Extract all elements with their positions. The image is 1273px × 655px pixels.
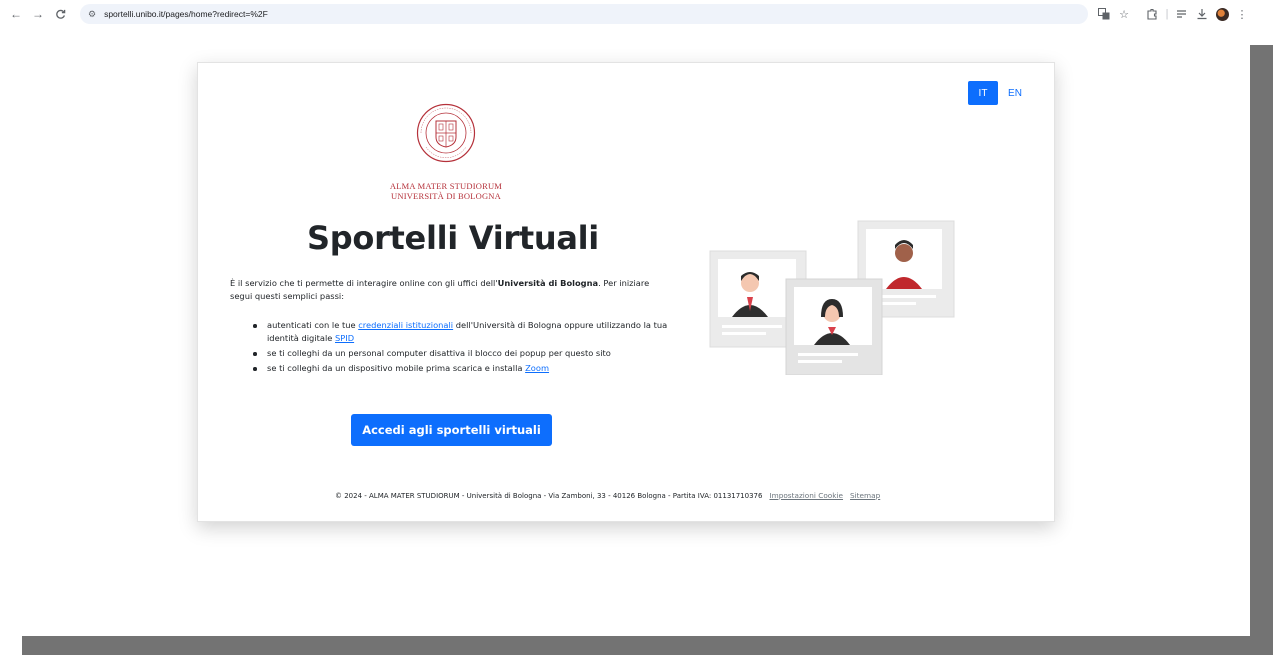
main-card: IT EN ALMA MATER STUDIORUM UNIVERSITÀ DI… bbox=[197, 62, 1055, 522]
spid-link[interactable]: SPID bbox=[335, 333, 354, 343]
sitemap-link[interactable]: Sitemap bbox=[850, 491, 880, 500]
step3-text: se ti colleghi da un dispositivo mobile … bbox=[267, 363, 526, 373]
intro-text-prefix: È il servizio che ti permette di interag… bbox=[230, 278, 498, 288]
browser-toolbar: ← → ⚙ sportelli.unibo.it/pages/home?redi… bbox=[0, 0, 1273, 28]
page-title: Sportelli Virtuali bbox=[307, 219, 599, 257]
list-item: se ti colleghi da un personal computer d… bbox=[253, 347, 693, 360]
steps-list: autenticati con le tue credenziali istit… bbox=[253, 319, 693, 377]
university-name-line2: UNIVERSITÀ DI BOLOGNA bbox=[391, 191, 501, 201]
address-bar[interactable]: ⚙ sportelli.unibo.it/pages/home?redirect… bbox=[80, 4, 1088, 24]
extensions-icon[interactable] bbox=[1142, 6, 1162, 22]
virtual-desks-illustration bbox=[709, 220, 955, 375]
university-name-line1: ALMA MATER STUDIORUM bbox=[389, 181, 503, 191]
reload-icon[interactable] bbox=[52, 6, 68, 22]
scrollbar-vertical[interactable] bbox=[1250, 45, 1273, 655]
footer-copyright: © 2024 - ALMA MATER STUDIORUM - Universi… bbox=[335, 491, 763, 500]
lang-en-button[interactable]: EN bbox=[1002, 81, 1028, 105]
list-item: autenticati con le tue credenziali istit… bbox=[253, 319, 693, 345]
scrollbar-horizontal[interactable] bbox=[22, 636, 1273, 655]
more-menu-icon[interactable]: ⋮ bbox=[1232, 6, 1252, 22]
list-item: se ti colleghi da un dispositivo mobile … bbox=[253, 362, 693, 375]
download-icon[interactable] bbox=[1192, 6, 1212, 22]
zoom-link[interactable]: Zoom bbox=[525, 363, 549, 373]
star-icon[interactable]: ☆ bbox=[1114, 6, 1134, 22]
intro-paragraph: È il servizio che ti permette di interag… bbox=[230, 277, 670, 303]
toolbar-divider: | bbox=[1165, 8, 1169, 20]
step1-text: autenticati con le tue bbox=[267, 320, 359, 330]
profile-avatar[interactable] bbox=[1212, 6, 1232, 22]
tune-icon[interactable]: ⚙ bbox=[88, 9, 96, 20]
reading-list-icon[interactable] bbox=[1172, 6, 1192, 22]
lang-it-button[interactable]: IT bbox=[968, 81, 998, 105]
page-footer: © 2024 - ALMA MATER STUDIORUM - Universi… bbox=[335, 491, 880, 500]
step2-text: se ti colleghi da un personal computer d… bbox=[267, 348, 611, 358]
intro-university-name: Università di Bologna bbox=[497, 278, 599, 288]
back-icon[interactable]: ← bbox=[8, 6, 24, 22]
credentials-link[interactable]: credenziali istituzionali bbox=[358, 320, 453, 330]
access-button[interactable]: Accedi agli sportelli virtuali bbox=[351, 414, 552, 446]
translate-icon[interactable] bbox=[1094, 6, 1114, 22]
forward-icon[interactable]: → bbox=[30, 6, 46, 22]
url-text[interactable]: sportelli.unibo.it/pages/home?redirect=%… bbox=[104, 9, 268, 19]
cookie-settings-link[interactable]: Impostazioni Cookie bbox=[769, 491, 843, 500]
university-seal-logo bbox=[416, 103, 476, 163]
